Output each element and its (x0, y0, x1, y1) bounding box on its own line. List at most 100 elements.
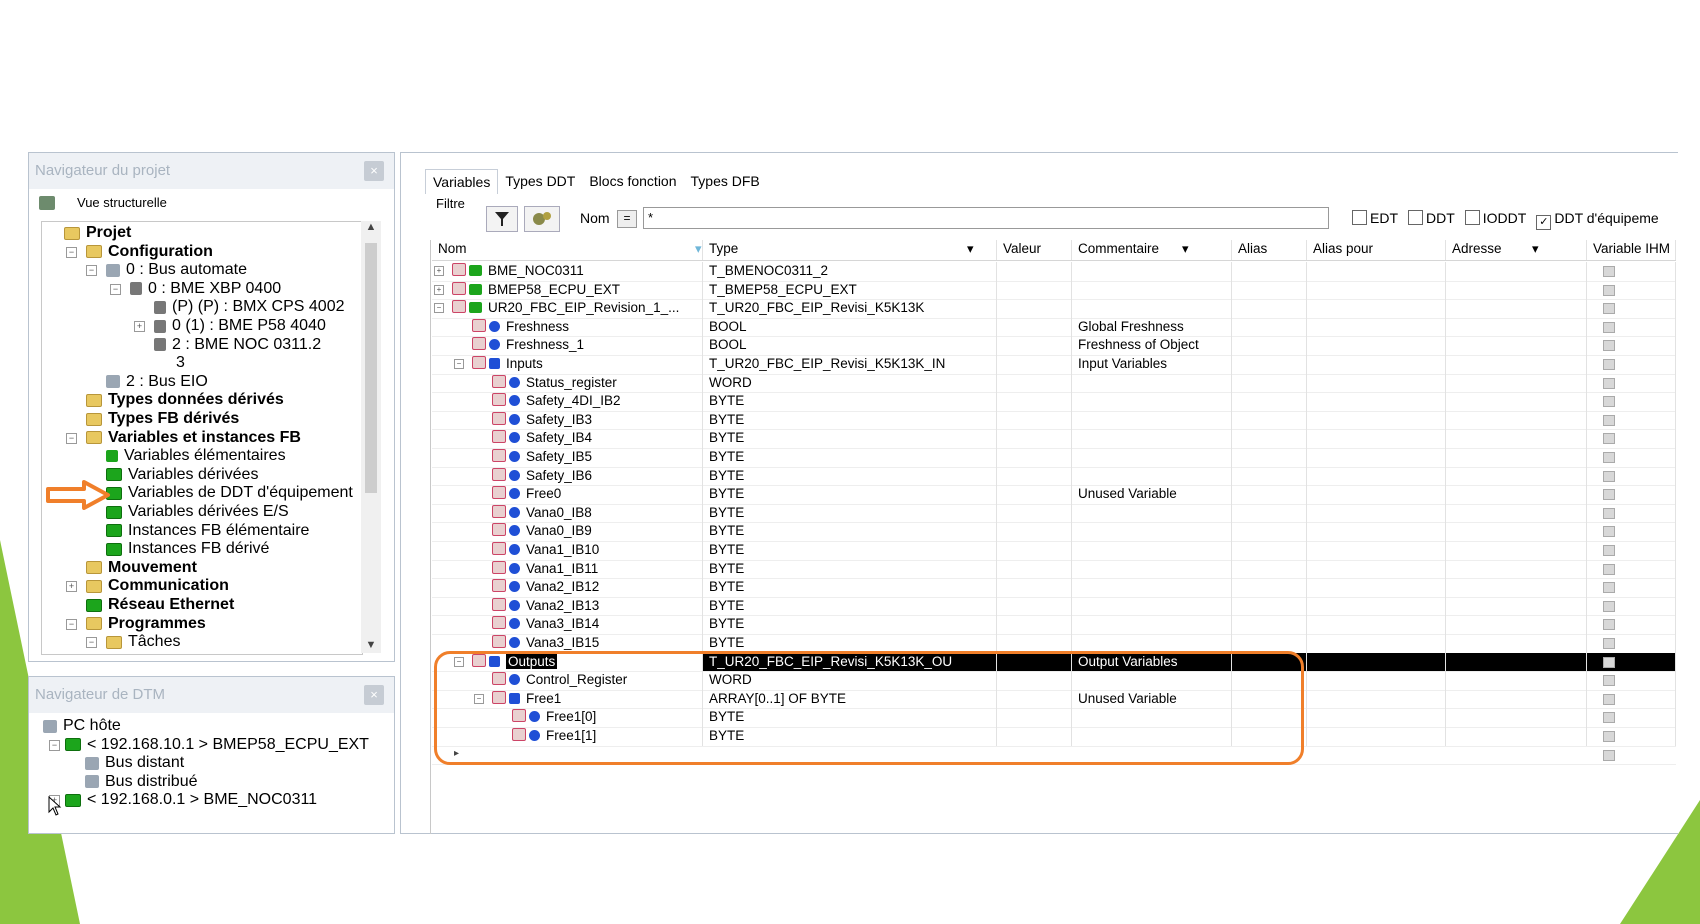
cell-type[interactable]: BYTE (703, 392, 997, 411)
table-row[interactable]: Vana3_IB14 BYTE (432, 615, 1676, 635)
expand-toggle-icon[interactable]: + (434, 284, 444, 295)
cell-alias[interactable] (1232, 596, 1307, 616)
cell-hmi-variable[interactable] (1587, 522, 1676, 541)
project-tree-node[interactable]: 3 (154, 354, 185, 372)
cell-hmi-variable[interactable] (1587, 355, 1676, 374)
cell-value[interactable] (997, 466, 1072, 486)
cell-alias-for[interactable] (1307, 373, 1446, 393)
cell-type[interactable]: BYTE (703, 596, 997, 616)
cell-alias-for[interactable] (1307, 522, 1446, 541)
tab-blocs-fonction[interactable]: Blocs fonction (582, 169, 683, 194)
cell-hmi-variable[interactable] (1587, 671, 1676, 690)
table-row[interactable]: Safety_IB3 BYTE (432, 410, 1676, 431)
dtm-navigator-close-button[interactable]: × (364, 685, 384, 705)
cell-comment[interactable] (1072, 559, 1232, 579)
cell-name[interactable]: Vana1_IB10 (432, 541, 703, 560)
table-row[interactable]: Vana2_IB13 BYTE (432, 596, 1676, 617)
expand-toggle-icon[interactable]: + (66, 581, 77, 593)
cell-hmi-variable[interactable] (1587, 615, 1676, 634)
cell-value[interactable] (997, 410, 1072, 430)
cell-type[interactable]: BYTE (703, 708, 997, 727)
table-row[interactable]: Safety_IB6 BYTE (432, 466, 1676, 487)
cell-address[interactable] (1446, 262, 1587, 281)
cell-alias[interactable] (1232, 671, 1307, 690)
cell-value[interactable] (997, 708, 1072, 727)
cell-alias[interactable] (1232, 708, 1307, 727)
cell-alias-for[interactable] (1307, 355, 1446, 374)
cell-address[interactable] (1446, 373, 1587, 393)
cell-comment[interactable] (1072, 410, 1232, 430)
cell-alias-for[interactable] (1307, 280, 1446, 300)
cell-address[interactable] (1446, 559, 1587, 579)
project-tree-node[interactable]: Types FB dérivés (86, 410, 239, 428)
cell-alias-for[interactable] (1307, 262, 1446, 281)
cell-comment[interactable] (1072, 578, 1232, 597)
cell-hmi-variable[interactable] (1587, 746, 1676, 765)
cell-alias[interactable] (1232, 336, 1307, 355)
cell-type[interactable]: BYTE (703, 466, 997, 486)
project-tree-node[interactable]: Tâches (106, 633, 180, 651)
cell-type[interactable]: BYTE (703, 410, 997, 430)
cell-alias-for[interactable] (1307, 485, 1446, 504)
project-tree-node[interactable]: Projet (64, 224, 131, 242)
cell-alias-for[interactable] (1307, 410, 1446, 430)
hmi-checkbox-icon[interactable] (1603, 396, 1615, 408)
cell-type[interactable]: BYTE (703, 429, 997, 448)
cell-value[interactable] (997, 317, 1072, 337)
scroll-up-icon[interactable]: ▲ (361, 221, 381, 233)
cell-name[interactable]: Free1[0] (432, 708, 703, 727)
cell-address[interactable] (1446, 503, 1587, 523)
filter-checkbox[interactable]: DDT (1408, 210, 1455, 230)
cell-type[interactable]: BYTE (703, 727, 997, 746)
hmi-checkbox-icon[interactable] (1603, 600, 1615, 612)
cell-value[interactable] (997, 392, 1072, 411)
cell-alias[interactable] (1232, 689, 1307, 709)
cell-type[interactable]: ARRAY[0..1] OF BYTE (703, 689, 997, 709)
cell-alias[interactable] (1232, 429, 1307, 448)
expand-toggle-icon[interactable]: − (49, 739, 60, 751)
cell-hmi-variable[interactable] (1587, 429, 1676, 448)
checkbox-empty-icon[interactable] (1408, 210, 1423, 225)
cell-alias[interactable] (1232, 280, 1307, 300)
cell-value[interactable] (997, 652, 1072, 672)
table-row[interactable]: Free1[0] BYTE (432, 708, 1676, 728)
table-row[interactable]: Freshness_1 BOOL Freshness of Object (432, 336, 1676, 356)
cell-hmi-variable[interactable] (1587, 373, 1676, 393)
dtm-tree-node[interactable]: Bus distribué (85, 773, 198, 791)
project-tree-node[interactable]: Communication (86, 577, 229, 595)
cell-value[interactable] (997, 559, 1072, 579)
cell-name[interactable]: Safety_IB3 (432, 410, 703, 430)
expand-toggle-icon[interactable]: − (454, 359, 464, 369)
cell-alias[interactable] (1232, 262, 1307, 281)
cell-alias-for[interactable] (1307, 708, 1446, 727)
dtm-tree-node[interactable]: PC hôte (43, 717, 121, 735)
hmi-checkbox-icon[interactable] (1603, 303, 1615, 315)
cell-hmi-variable[interactable] (1587, 652, 1676, 672)
cell-alias[interactable] (1232, 541, 1307, 560)
cell-alias[interactable] (1232, 652, 1307, 672)
cell-value[interactable] (997, 727, 1072, 746)
cell-comment[interactable] (1072, 299, 1232, 318)
cell-comment[interactable] (1072, 448, 1232, 467)
cell-hmi-variable[interactable] (1587, 448, 1676, 467)
cell-address[interactable] (1446, 634, 1587, 653)
cell-hmi-variable[interactable] (1587, 541, 1676, 560)
cell-alias[interactable] (1232, 355, 1307, 374)
cell-comment[interactable] (1072, 541, 1232, 560)
cell-name[interactable]: Safety_IB5 (432, 448, 703, 467)
cell-comment[interactable]: Unused Variable (1072, 485, 1232, 504)
hmi-checkbox-icon[interactable] (1603, 545, 1615, 556)
cell-alias[interactable] (1232, 615, 1307, 634)
cell-value[interactable] (997, 355, 1072, 374)
hmi-checkbox-icon[interactable] (1603, 470, 1615, 482)
cell-type[interactable]: WORD (703, 373, 997, 393)
checkbox-empty-icon[interactable] (1352, 210, 1367, 225)
cell-comment[interactable] (1072, 727, 1232, 746)
project-tree-node[interactable]: Variables dérivées (106, 466, 258, 484)
cell-value[interactable] (997, 596, 1072, 616)
cell-address[interactable] (1446, 578, 1587, 597)
cell-hmi-variable[interactable] (1587, 262, 1676, 281)
hmi-checkbox-icon[interactable] (1603, 321, 1615, 333)
cell-name[interactable]: Safety_IB6 (432, 466, 703, 486)
cell-alias[interactable] (1232, 466, 1307, 486)
